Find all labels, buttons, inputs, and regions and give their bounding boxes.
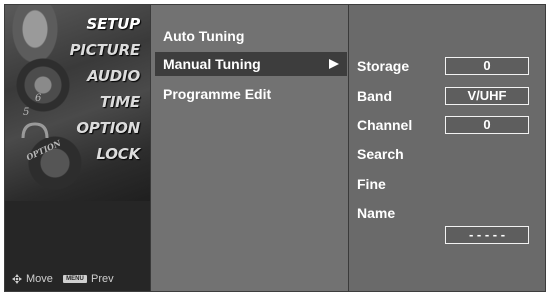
storage-value-field[interactable]: 0	[445, 57, 529, 75]
category-setup[interactable]: SETUP	[5, 11, 142, 37]
menu-item-label: Auto Tuning	[163, 28, 245, 44]
band-value-field[interactable]: V/UHF	[445, 87, 529, 105]
menu-item-programme-edit[interactable]: Programme Edit	[155, 82, 347, 106]
category-time[interactable]: TIME	[5, 89, 142, 115]
menu-key-icon: MENU	[63, 275, 87, 283]
menu-item-label: Programme Edit	[163, 86, 272, 102]
category-option[interactable]: OPTION	[5, 115, 142, 141]
menu-item-label: Manual Tuning	[163, 56, 261, 72]
category-lock[interactable]: LOCK	[5, 141, 142, 167]
menu-item-auto-tuning[interactable]: Auto Tuning	[155, 24, 347, 48]
storage-label: Storage	[357, 58, 410, 74]
name-value-field[interactable]: - - - - -	[445, 226, 529, 244]
category-picture[interactable]: PICTURE	[5, 37, 142, 63]
move-arrows-icon	[12, 274, 22, 284]
navigation-hints: Move MENU Prev	[5, 267, 150, 291]
submenu-arrow-icon	[329, 59, 339, 69]
name-label: Name	[357, 205, 396, 221]
prev-hint-label: Prev	[91, 273, 114, 285]
band-label: Band	[357, 88, 392, 104]
fine-label[interactable]: Fine	[357, 174, 386, 194]
tv-osd-menu: 6 5 OPTION SETUP PICTURE AUDIO TIME OPTI…	[4, 4, 546, 292]
setup-menu-panel: Auto Tuning Manual Tuning Programme Edit	[150, 5, 349, 291]
category-audio[interactable]: AUDIO	[5, 63, 142, 89]
channel-value-field[interactable]: 0	[445, 116, 529, 134]
menu-item-manual-tuning[interactable]: Manual Tuning	[155, 52, 347, 76]
move-hint-label: Move	[26, 273, 53, 285]
channel-label: Channel	[357, 117, 413, 133]
manual-tuning-panel: Storage 0 Band V/UHF Channel 0 Search Fi…	[348, 5, 545, 291]
category-panel: 6 5 OPTION SETUP PICTURE AUDIO TIME OPTI…	[5, 5, 150, 291]
search-label[interactable]: Search	[357, 144, 404, 164]
